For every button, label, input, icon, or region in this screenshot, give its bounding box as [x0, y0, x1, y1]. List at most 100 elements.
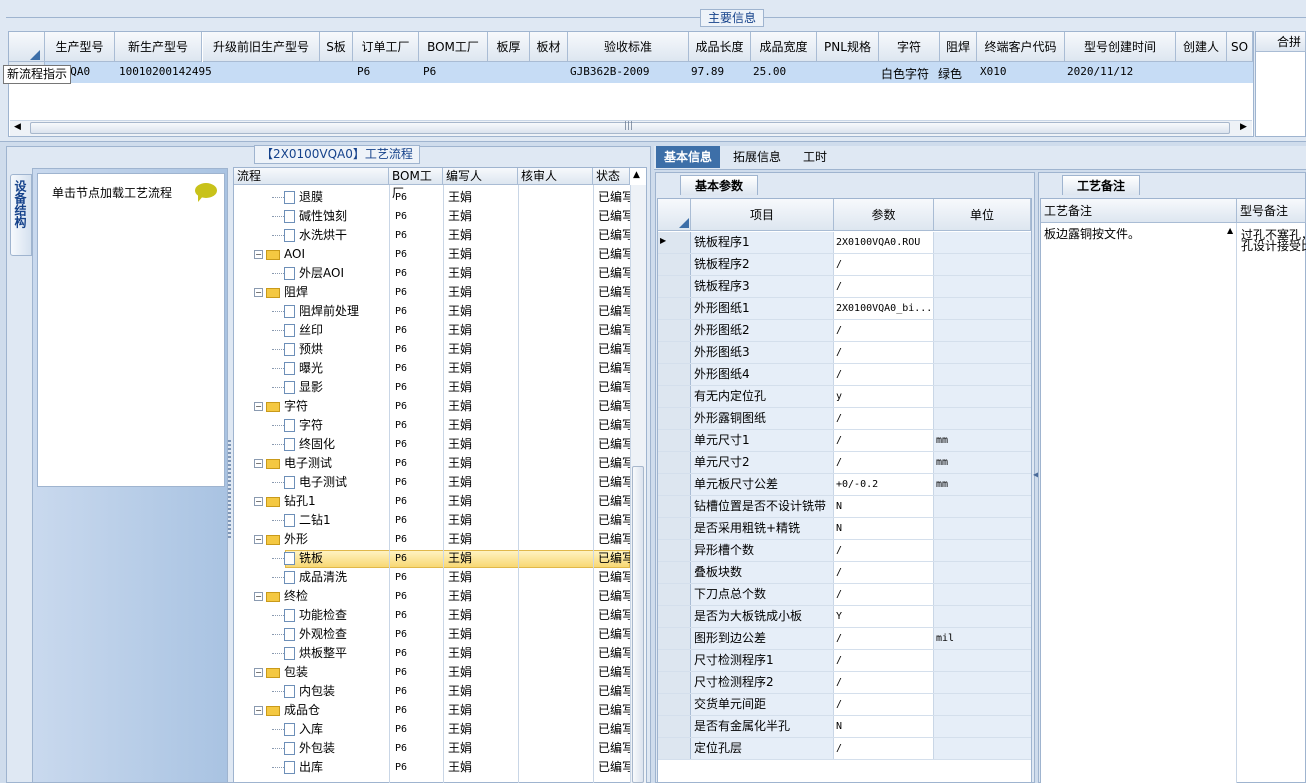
collapse-icon[interactable]: −: [254, 250, 263, 259]
flow-node[interactable]: 曝光: [272, 359, 323, 378]
param-value[interactable]: 2X0100VQA0.ROU: [834, 232, 934, 253]
param-value[interactable]: /: [834, 364, 934, 385]
param-value[interactable]: +0/-0.2: [834, 474, 934, 495]
param-value[interactable]: N: [834, 716, 934, 737]
flow-node[interactable]: 终固化: [272, 435, 335, 454]
collapse-icon[interactable]: −: [254, 535, 263, 544]
main-col-header[interactable]: 字符: [879, 32, 940, 62]
param-row[interactable]: 外形图纸1 2X0100VQA0_bi...: [658, 298, 1031, 320]
flow-node[interactable]: 外观检查: [272, 625, 347, 644]
param-value[interactable]: /: [834, 276, 934, 297]
param-value[interactable]: /: [834, 738, 934, 759]
flow-node[interactable]: 内包装: [272, 682, 335, 701]
flow-row[interactable]: 外层AOI P6 王娟 已编写: [234, 264, 630, 283]
flow-node[interactable]: 二钻1: [272, 511, 331, 530]
param-row[interactable]: 是否为大板铣成小板 Y: [658, 606, 1031, 628]
param-row[interactable]: 是否有金属化半孔 N: [658, 716, 1031, 738]
scroll-left-icon[interactable]: ◀: [14, 122, 21, 132]
flow-node[interactable]: 退膜: [272, 188, 323, 207]
main-col-header[interactable]: 验收标准: [568, 32, 689, 62]
flow-node[interactable]: 出库: [272, 758, 323, 777]
flow-col-header[interactable]: 核审人: [518, 168, 593, 185]
flow-row[interactable]: 铣板 P6 王娟 已编写: [234, 549, 630, 568]
process-note-textarea[interactable]: 板边露铜按文件。: [1041, 223, 1237, 783]
param-value[interactable]: /: [834, 408, 934, 429]
flow-scroll-thumb[interactable]: [632, 466, 644, 783]
scroll-right-icon[interactable]: ▶: [1240, 122, 1247, 132]
param-value[interactable]: /: [834, 430, 934, 451]
flow-row[interactable]: 电子测试 P6 王娟 已编写: [234, 473, 630, 492]
flow-row[interactable]: 二钻1 P6 王娟 已编写: [234, 511, 630, 530]
param-value[interactable]: /: [834, 562, 934, 583]
collapse-icon[interactable]: −: [254, 402, 263, 411]
flow-row[interactable]: − 钻孔1 P6 王娟 已编写: [234, 492, 630, 511]
flow-row[interactable]: − 外形 P6 王娟 已编写: [234, 530, 630, 549]
param-row[interactable]: 单元板尺寸公差 +0/-0.2 mm: [658, 474, 1031, 496]
param-value[interactable]: y: [834, 386, 934, 407]
param-value[interactable]: /: [834, 672, 934, 693]
param-value[interactable]: /: [834, 628, 934, 649]
tab-work-hours[interactable]: 工时: [792, 146, 838, 168]
param-row[interactable]: 交货单元间距 /: [658, 694, 1031, 716]
main-col-header[interactable]: 板材: [530, 32, 568, 62]
flow-row[interactable]: 烘板整平 P6 王娟 已编写: [234, 644, 630, 663]
flow-node[interactable]: 烘板整平: [272, 644, 347, 663]
main-col-header[interactable]: S板: [320, 32, 353, 62]
main-col-header[interactable]: 阻焊: [940, 32, 977, 62]
main-col-header[interactable]: 成品长度: [689, 32, 751, 62]
param-row[interactable]: 外形露铜图纸 /: [658, 408, 1031, 430]
flow-row[interactable]: 内包装 P6 王娟 已编写: [234, 682, 630, 701]
param-value[interactable]: /: [834, 342, 934, 363]
flow-node[interactable]: − 电子测试: [254, 454, 332, 473]
flow-node[interactable]: 水洗烘干: [272, 226, 347, 245]
collapse-icon[interactable]: −: [254, 592, 263, 601]
param-value[interactable]: /: [834, 584, 934, 605]
param-row[interactable]: 铣板程序1 2X0100VQA0.ROU: [658, 232, 1031, 254]
flow-node[interactable]: − 钻孔1: [254, 492, 316, 511]
flow-row[interactable]: − 电子测试 P6 王娟 已编写: [234, 454, 630, 473]
main-col-header[interactable]: 升级前旧生产型号: [203, 32, 320, 62]
param-row[interactable]: 外形图纸2/: [658, 320, 1031, 342]
flow-row[interactable]: − 成品仓 P6 王娟 已编写: [234, 701, 630, 720]
flow-node[interactable]: 预烘: [272, 340, 323, 359]
flow-node[interactable]: − 阻焊: [254, 283, 308, 302]
param-row[interactable]: 钻槽位置是否不设计铣带 N: [658, 496, 1031, 518]
flow-node[interactable]: − 终检: [254, 587, 308, 606]
param-row[interactable]: 尺寸检测程序2/: [658, 672, 1031, 694]
param-row[interactable]: 外形图纸3/: [658, 342, 1031, 364]
param-value[interactable]: /: [834, 540, 934, 561]
flow-row[interactable]: 曝光 P6 王娟 已编写: [234, 359, 630, 378]
flow-row[interactable]: 字符 P6 王娟 已编写: [234, 416, 630, 435]
collapse-icon[interactable]: −: [254, 706, 263, 715]
flow-node[interactable]: 成品清洗: [272, 568, 347, 587]
flow-node[interactable]: − AOI: [254, 245, 305, 264]
flow-row[interactable]: − 阻焊 P6 王娟 已编写: [234, 283, 630, 302]
flow-node[interactable]: 阻焊前处理: [272, 302, 359, 321]
param-row[interactable]: 单元尺寸1/mm: [658, 430, 1031, 452]
param-value[interactable]: /: [834, 650, 934, 671]
main-col-header[interactable]: 终端客户代码: [977, 32, 1065, 62]
flow-col-header[interactable]: 编写人: [443, 168, 518, 185]
flow-row[interactable]: 外包装 P6 王娟 已编写: [234, 739, 630, 758]
param-row[interactable]: 尺寸检测程序1/: [658, 650, 1031, 672]
flow-row[interactable]: 退膜 P6 王娟 已编写: [234, 188, 630, 207]
tab-basic-info[interactable]: 基本信息: [656, 146, 720, 168]
param-value[interactable]: /: [834, 254, 934, 275]
flow-node[interactable]: 功能检查: [272, 606, 347, 625]
main-col-header[interactable]: 新生产型号: [115, 32, 202, 62]
model-note-scroll-up-icon[interactable]: ▲: [1227, 226, 1233, 235]
flow-node[interactable]: 碱性蚀刻: [272, 207, 347, 226]
flow-row[interactable]: 出库 P6 王娟 已编写: [234, 758, 630, 777]
param-value[interactable]: /: [834, 320, 934, 341]
flow-col-header[interactable]: BOM工厂: [389, 168, 443, 200]
main-col-header[interactable]: 订单工厂: [353, 32, 419, 62]
param-row[interactable]: 是否采用粗铣+精铣 N: [658, 518, 1031, 540]
flow-row[interactable]: − AOI P6 王娟 已编写: [234, 245, 630, 264]
flow-row[interactable]: 显影 P6 王娟 已编写: [234, 378, 630, 397]
flow-row[interactable]: 外观检查 P6 王娟 已编写: [234, 625, 630, 644]
flow-row[interactable]: 预烘 P6 王娟 已编写: [234, 340, 630, 359]
param-row[interactable]: 异形槽个数 /: [658, 540, 1031, 562]
flow-row[interactable]: − 终检 P6 王娟 已编写: [234, 587, 630, 606]
param-row[interactable]: 外形图纸4/: [658, 364, 1031, 386]
flow-node[interactable]: 丝印: [272, 321, 323, 340]
